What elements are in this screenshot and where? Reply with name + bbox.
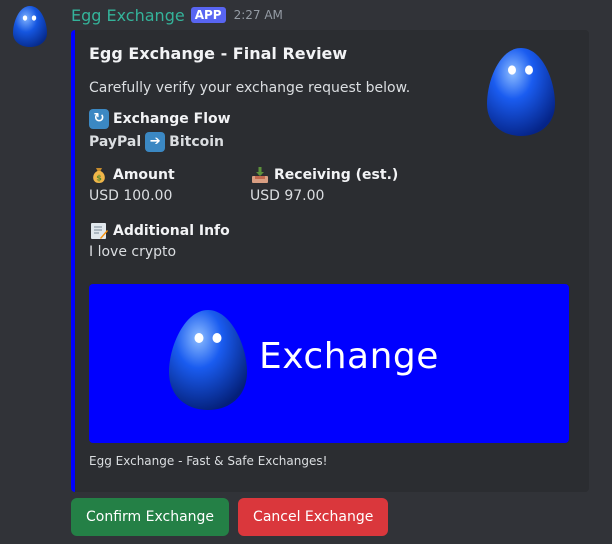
app-badge: APP <box>190 7 226 23</box>
chat-message: Egg Exchange APP 2:27 AM Egg Exchange - … <box>0 0 612 544</box>
cycle-arrows-icon: ↻ <box>89 109 109 129</box>
bot-avatar[interactable] <box>10 4 50 48</box>
exchange-embed: Egg Exchange - Final Review Carefully ve… <box>71 30 589 492</box>
field-amount-value: USD 100.00 <box>89 188 173 204</box>
timestamp[interactable]: 2:27 AM <box>234 8 283 22</box>
embed-description: Carefully verify your exchange request b… <box>89 80 411 96</box>
field-exchange-flow-name: Exchange Flow <box>113 111 231 127</box>
embed-thumbnail[interactable] <box>481 44 561 140</box>
field-amount-name: Amount <box>113 167 175 183</box>
field-additional-info-name: Additional Info <box>113 223 230 239</box>
flow-to: Bitcoin <box>169 134 225 150</box>
embed-footer: Egg Exchange - Fast & Safe Exchanges! <box>89 454 328 468</box>
egg-mascot-icon <box>169 310 247 410</box>
username[interactable]: Egg Exchange <box>71 6 185 25</box>
right-arrow-icon: ➔ <box>145 132 166 152</box>
money-bag-icon: $ <box>89 165 109 185</box>
banner-text: Exchange <box>259 336 439 377</box>
embed-banner-image[interactable]: Exchange <box>89 284 569 443</box>
field-receiving: Receiving (est.) USD 97.00 <box>250 164 398 204</box>
egg-thumbnail-icon <box>487 48 555 136</box>
cancel-exchange-button[interactable]: Cancel Exchange <box>238 498 389 536</box>
field-exchange-flow: ↻ Exchange Flow PayPal ➔ Bitcoin <box>89 108 231 152</box>
embed-title: Egg Exchange - Final Review <box>89 44 348 63</box>
field-additional-info: Additional Info I love crypto <box>89 220 230 260</box>
message-header: Egg Exchange APP 2:27 AM <box>71 4 283 26</box>
confirm-exchange-button[interactable]: Confirm Exchange <box>71 498 230 536</box>
egg-avatar-icon <box>13 6 47 47</box>
svg-text:$: $ <box>96 174 102 183</box>
field-receiving-name: Receiving (est.) <box>274 167 399 183</box>
field-receiving-value: USD 97.00 <box>250 188 325 204</box>
field-amount: $ Amount USD 100.00 <box>89 164 175 204</box>
action-row: Confirm Exchange Cancel Exchange <box>71 498 389 536</box>
inbox-tray-icon <box>250 165 270 185</box>
memo-icon <box>89 221 109 241</box>
flow-from: PayPal <box>89 134 142 150</box>
field-additional-info-value: I love crypto <box>89 244 177 260</box>
